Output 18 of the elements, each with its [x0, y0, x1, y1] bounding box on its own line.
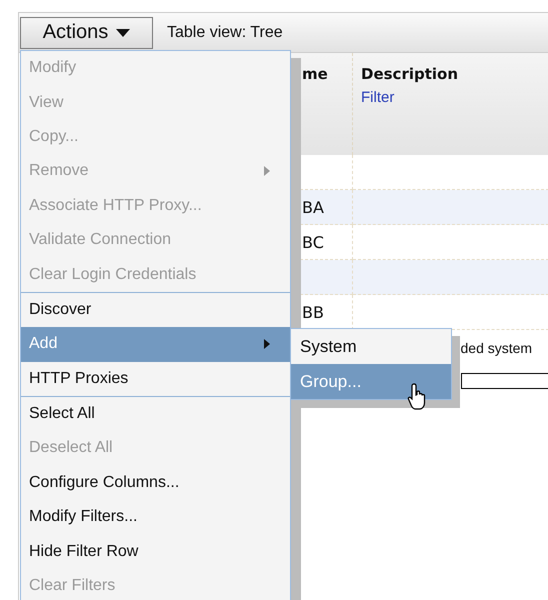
menu-item[interactable]: Discover [21, 292, 290, 328]
menu-item[interactable]: Modify Filters... [21, 500, 290, 534]
menu-item[interactable]: Configure Columns... [21, 466, 290, 500]
table-cell-text: ded system [460, 340, 532, 356]
column-header[interactable]: me [290, 53, 352, 155]
menu-item[interactable]: Add [21, 327, 290, 362]
menu-item[interactable]: HTTP Proxies [21, 362, 290, 396]
input-field[interactable] [460, 373, 548, 389]
submenu-arrow-icon [264, 166, 270, 176]
menu-item[interactable]: System [291, 329, 451, 364]
column-header[interactable]: Description Filter [352, 53, 548, 155]
menu-item[interactable]: Group... [291, 364, 451, 399]
menu-item[interactable]: Select All [21, 396, 290, 432]
table-view-label: Table view: Tree [167, 24, 283, 42]
caret-icon [116, 28, 130, 36]
submenu-arrow-icon [264, 339, 270, 350]
actions-button[interactable]: Actions [20, 16, 153, 48]
menu-item[interactable]: Hide Filter Row [21, 534, 290, 569]
